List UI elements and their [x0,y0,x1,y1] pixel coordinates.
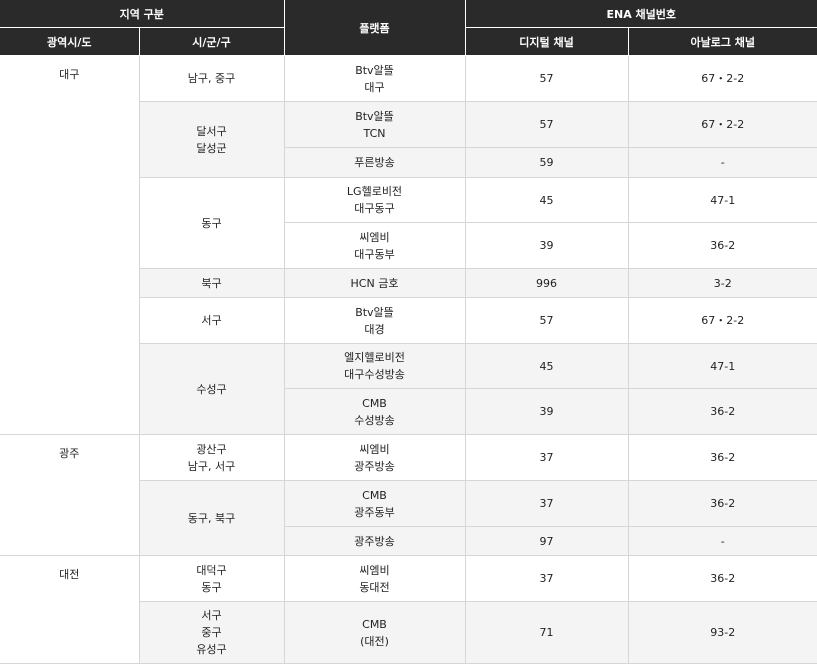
platform-cell: Btv알뜰 TCN [284,101,466,148]
digital-cell: 57 [465,55,629,102]
city-cell: 서구 중구 유성구 [139,601,285,664]
digital-cell: 57 [465,297,629,344]
digital-cell: 45 [465,343,629,389]
digital-cell: 39 [465,222,629,269]
platform-header: 플랫폼 [283,0,466,56]
analog-cell: 47-1 [628,343,817,389]
province-cell: 대구 [0,55,140,435]
city-cell: 대덕구 동구 [139,555,285,602]
analog-cell: 47-1 [628,177,817,223]
platform-cell: 푸른방송 [284,147,466,178]
province-header: 광역시/도 [0,27,140,56]
digital-cell: 39 [465,388,629,435]
province-cell: 광주 [0,434,140,556]
analog-cell: 36-2 [628,555,817,602]
region-header: 지역 구분 [0,0,285,28]
platform-cell: CMB 광주동부 [284,480,466,527]
platform-cell: 씨엠비 동대전 [284,555,466,602]
platform-cell: CMB 수성방송 [284,388,466,435]
platform-cell: 씨엠비 광주방송 [284,434,466,481]
digital-cell: 59 [465,147,629,178]
platform-cell: 광주방송 [284,526,466,556]
table-row: 광주 광산구 남구, 서구 씨엠비 광주방송 37 36-2 [0,434,817,556]
platform-cell: 씨엠비 대구동부 [284,222,466,269]
analog-cell: 67・2-2 [628,55,817,102]
digital-cell: 45 [465,177,629,223]
digital-cell: 71 [465,601,629,664]
table-row: 대전 대덕구 동구 씨엠비 동대전 37 36-2 [0,555,817,664]
analog-cell: - [628,147,817,178]
analog-cell: 67・2-2 [628,101,817,148]
platform-cell: Btv알뜰 대구 [284,55,466,102]
city-cell: 동구, 북구 [139,480,285,556]
platform-cell: Btv알뜰 대경 [284,297,466,344]
analog-cell: 93-2 [628,601,817,664]
city-cell: 남구, 중구 [139,55,285,102]
ena-header: ENA 채널번호 [464,0,817,28]
city-cell: 수성구 [139,343,285,435]
digital-cell: 996 [465,268,629,298]
city-header: 시/군/구 [138,27,285,56]
city-cell: 광산구 남구, 서구 [139,434,285,481]
analog-cell: 36-2 [628,480,817,527]
city-cell: 달서구 달성군 [139,101,285,178]
analog-cell: - [628,526,817,556]
city-cell: 서구 [139,297,285,344]
platform-cell: CMB (대전) [284,601,466,664]
analog-cell: 36-2 [628,222,817,269]
platform-cell: LG헬로비전 대구동구 [284,177,466,223]
analog-cell: 67・2-2 [628,297,817,344]
platform-cell: HCN 금호 [284,268,466,298]
table-body: 대구 남구, 중구 Btv알뜰 대구 57 67・2-2 달서구 달성군 Btv알뜰… [0,55,817,664]
platform-cell: 엘지헬로비전 대구수성방송 [284,343,466,389]
digital-cell: 37 [465,434,629,481]
analog-cell: 36-2 [628,434,817,481]
province-cell: 대전 [0,555,140,664]
digital-cell: 37 [465,555,629,602]
channel-table: 지역 구분 플랫폼 ENA 채널번호 광역시/도 시/군/구 디지털 채널 아날… [0,0,817,664]
analog-cell: 36-2 [628,388,817,435]
digital-header: 디지털 채널 [464,27,629,56]
digital-cell: 97 [465,526,629,556]
city-cell: 동구 [139,177,285,269]
table-row: 대구 남구, 중구 Btv알뜰 대구 57 67・2-2 [0,55,817,435]
digital-cell: 57 [465,101,629,148]
analog-cell: 3-2 [628,268,817,298]
analog-header: 아날로그 채널 [627,27,817,56]
digital-cell: 37 [465,480,629,527]
city-cell: 북구 [139,268,285,298]
